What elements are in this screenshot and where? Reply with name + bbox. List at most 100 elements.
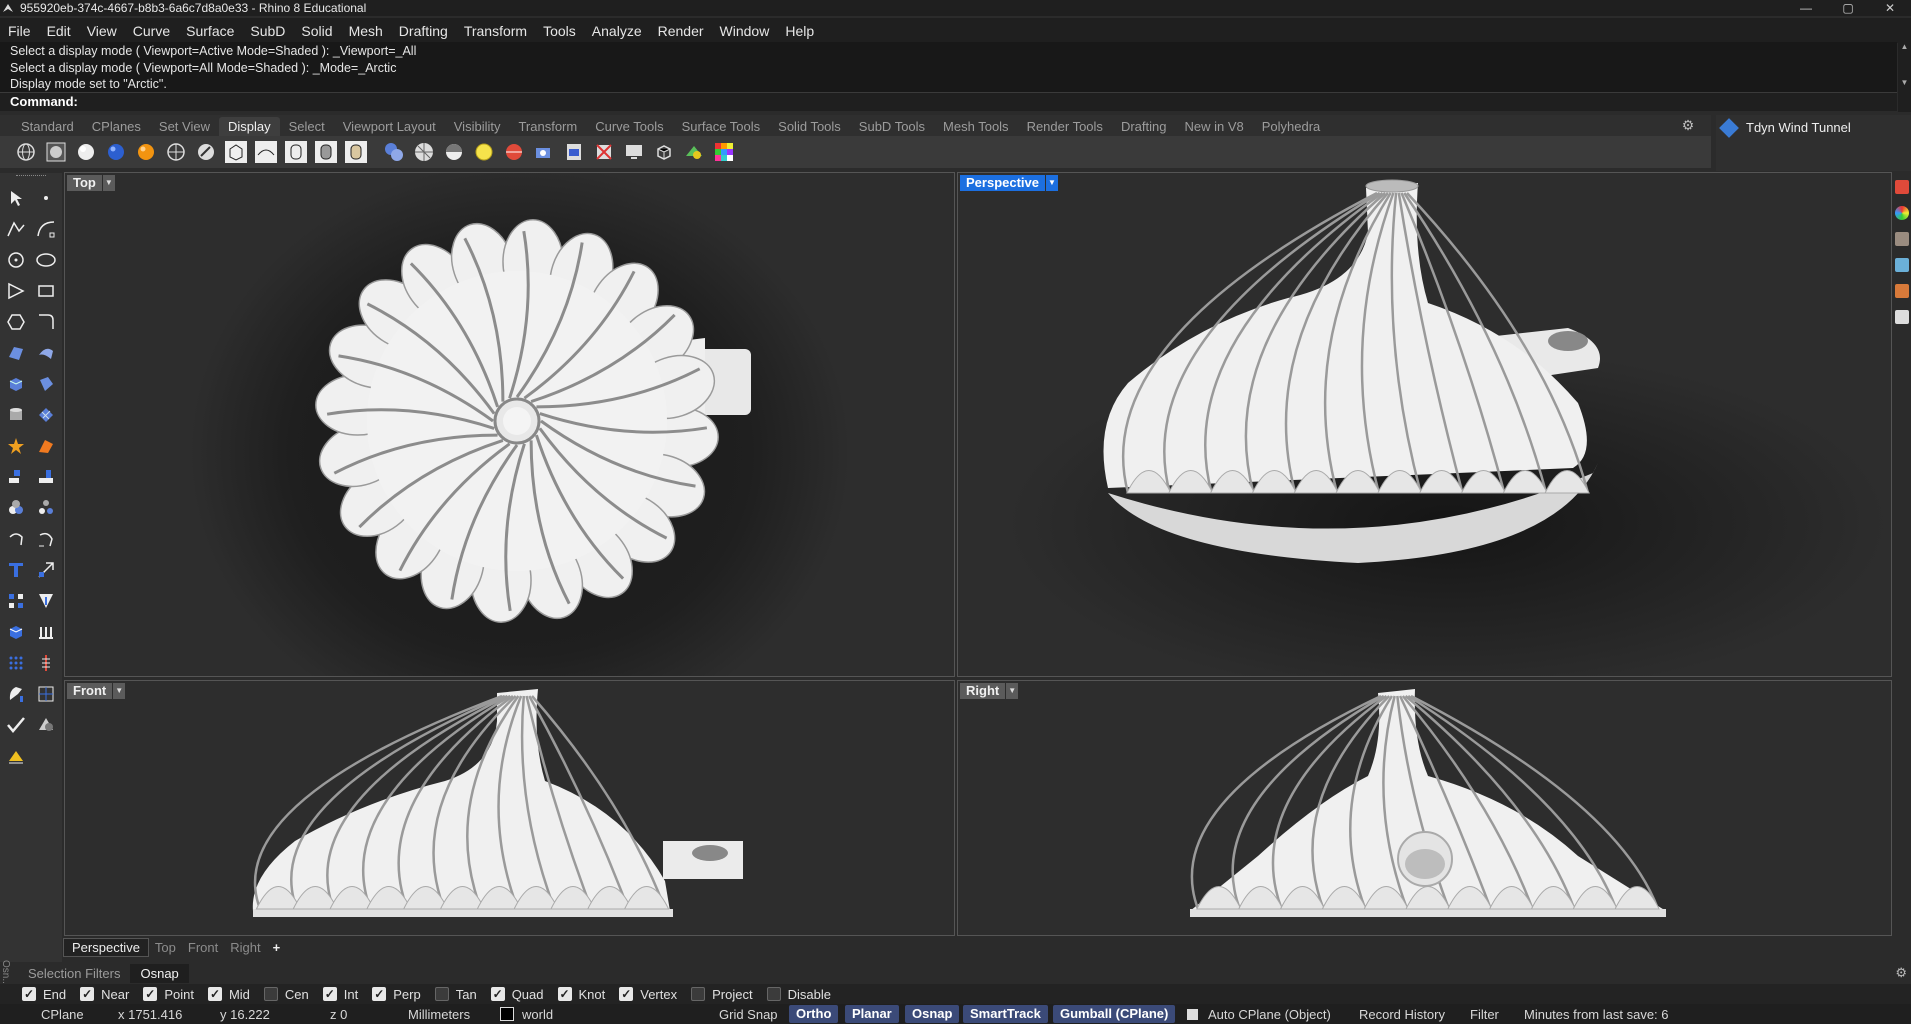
osnap-checkbox[interactable]: ✓: [322, 987, 337, 1001]
tab-cplanes[interactable]: CPlanes: [83, 117, 150, 136]
tab-subd-tools[interactable]: SubD Tools: [850, 117, 934, 136]
vp-tab-right[interactable]: Right: [224, 940, 266, 955]
add-viewport-button[interactable]: +: [267, 940, 287, 955]
pen-display-icon[interactable]: [223, 139, 249, 165]
monitor-icon[interactable]: [621, 139, 647, 165]
minimize-button[interactable]: —: [1785, 0, 1827, 16]
osnap-perp[interactable]: ✓ Perp: [372, 987, 421, 1002]
osnap-cen[interactable]: Cen: [263, 987, 309, 1002]
custom-display-icon[interactable]: [343, 139, 369, 165]
tdyn-wind-tunnel-button[interactable]: Tdyn Wind Tunnel: [1719, 117, 1851, 138]
osnap-checkbox[interactable]: ✓: [490, 987, 505, 1001]
render-icon[interactable]: [31, 709, 61, 740]
viewport-label-top[interactable]: Top: [67, 175, 102, 191]
osnap-checkbox[interactable]: ✓: [22, 987, 36, 1001]
osnap-toggle[interactable]: Osnap: [905, 1005, 960, 1023]
flow-along-icon[interactable]: [1, 678, 31, 709]
history-scrollbar[interactable]: ▲ ▼: [1898, 42, 1911, 112]
check-icon[interactable]: [1, 709, 31, 740]
menu-analyze[interactable]: Analyze: [584, 23, 650, 39]
viewport-menu-chevron-down-icon[interactable]: ▼: [1006, 683, 1019, 699]
fillet-curve-icon[interactable]: [31, 306, 61, 337]
tab-polyhedra[interactable]: Polyhedra: [1253, 117, 1330, 136]
properties-panel-icon[interactable]: [1895, 180, 1909, 194]
grid-icon[interactable]: [411, 139, 437, 165]
auto-cplane-toggle[interactable]: Auto CPlane (Object): [1187, 1007, 1331, 1022]
raytraced-display-icon[interactable]: [313, 139, 339, 165]
mesh-icon[interactable]: [31, 399, 61, 430]
rotate-3d-icon[interactable]: [31, 523, 61, 554]
extrude-icon[interactable]: [1, 616, 31, 647]
box-view-icon[interactable]: [651, 139, 677, 165]
color-icon[interactable]: [681, 139, 707, 165]
ungroup-icon[interactable]: [31, 492, 61, 523]
osnap-checkbox[interactable]: ✓: [557, 987, 572, 1001]
osnap-checkbox[interactable]: [691, 987, 706, 1001]
viewport-menu-chevron-down-icon[interactable]: ▼: [102, 175, 115, 191]
ellipse-icon[interactable]: [31, 244, 61, 275]
arc-icon[interactable]: [1, 275, 31, 306]
text-icon[interactable]: [1, 554, 31, 585]
menu-tools[interactable]: Tools: [535, 23, 584, 39]
tab-solid-tools[interactable]: Solid Tools: [769, 117, 850, 136]
rotate-icon[interactable]: [1, 523, 31, 554]
materials-panel-icon[interactable]: [1895, 232, 1909, 246]
filter-toggle[interactable]: Filter: [1470, 1007, 1499, 1022]
viewport-label-right[interactable]: Right: [960, 683, 1006, 699]
viewport-menu-chevron-down-icon[interactable]: ▼: [113, 683, 126, 699]
panel-settings-gear-icon[interactable]: ⚙: [1895, 965, 1907, 981]
tab-set-view[interactable]: Set View: [150, 117, 219, 136]
menu-transform[interactable]: Transform: [456, 23, 535, 39]
xray-display-icon[interactable]: [133, 139, 159, 165]
osnap-quad[interactable]: ✓ Quad: [490, 987, 544, 1002]
menu-surface[interactable]: Surface: [178, 23, 242, 39]
ghosted-display-icon[interactable]: [103, 139, 129, 165]
polygon-icon[interactable]: [1, 306, 31, 337]
tab-surface-tools[interactable]: Surface Tools: [673, 117, 770, 136]
grid-snap-toggle[interactable]: Grid Snap: [719, 1007, 778, 1022]
artistic-display-icon[interactable]: [193, 139, 219, 165]
tab-transform[interactable]: Transform: [509, 117, 586, 136]
layers-panel-icon[interactable]: [1895, 206, 1909, 220]
menu-edit[interactable]: Edit: [39, 23, 79, 39]
osnap-checkbox[interactable]: ✓: [207, 987, 222, 1001]
tab-select[interactable]: Select: [280, 117, 334, 136]
tab-new-in-v8[interactable]: New in V8: [1175, 117, 1252, 136]
color-palette-icon[interactable]: [711, 139, 737, 165]
menu-view[interactable]: View: [79, 23, 125, 39]
command-input[interactable]: Command:: [0, 92, 1897, 111]
pipe-icon[interactable]: [31, 616, 61, 647]
osnap-checkbox[interactable]: ✓: [80, 987, 95, 1001]
viewport-menu-chevron-down-icon[interactable]: ▼: [1046, 175, 1058, 191]
render-panel-icon[interactable]: [1895, 284, 1909, 298]
menu-window[interactable]: Window: [712, 23, 778, 39]
show-object-icon[interactable]: [381, 139, 407, 165]
dimension-icon[interactable]: [1, 740, 31, 771]
osnap-point[interactable]: ✓ Point: [143, 987, 194, 1002]
tab-drafting[interactable]: Drafting: [1112, 117, 1176, 136]
osnap-project[interactable]: Project: [691, 987, 753, 1002]
toolbar-settings-gear-icon[interactable]: ⚙: [1680, 117, 1696, 133]
tab-viewport-layout[interactable]: Viewport Layout: [334, 117, 445, 136]
cylinder-icon[interactable]: [1, 399, 31, 430]
align-icon[interactable]: [31, 461, 61, 492]
menu-render[interactable]: Render: [650, 23, 712, 39]
array-icon[interactable]: [1, 585, 31, 616]
cplane-label[interactable]: CPlane: [41, 1007, 84, 1022]
layer-selector[interactable]: world: [500, 1007, 553, 1022]
vp-tab-perspective[interactable]: Perspective: [63, 937, 149, 957]
maximize-button[interactable]: ▢: [1827, 0, 1869, 16]
analyze-icon[interactable]: [31, 647, 61, 678]
osnap-near[interactable]: ✓ Near: [80, 987, 129, 1002]
units-label[interactable]: Millimeters: [408, 1007, 470, 1022]
osnap-checkbox[interactable]: [263, 987, 278, 1001]
environment-icon[interactable]: [501, 139, 527, 165]
viewport-right[interactable]: Right ▼: [957, 680, 1892, 936]
box-icon[interactable]: [1, 368, 31, 399]
point-icon[interactable]: [31, 182, 61, 213]
ortho-toggle[interactable]: Ortho: [789, 1005, 839, 1023]
print-icon[interactable]: [561, 139, 587, 165]
shaded-display-icon[interactable]: [43, 139, 69, 165]
vp-tab-top[interactable]: Top: [149, 940, 182, 955]
osnap-disable[interactable]: Disable: [766, 987, 831, 1002]
